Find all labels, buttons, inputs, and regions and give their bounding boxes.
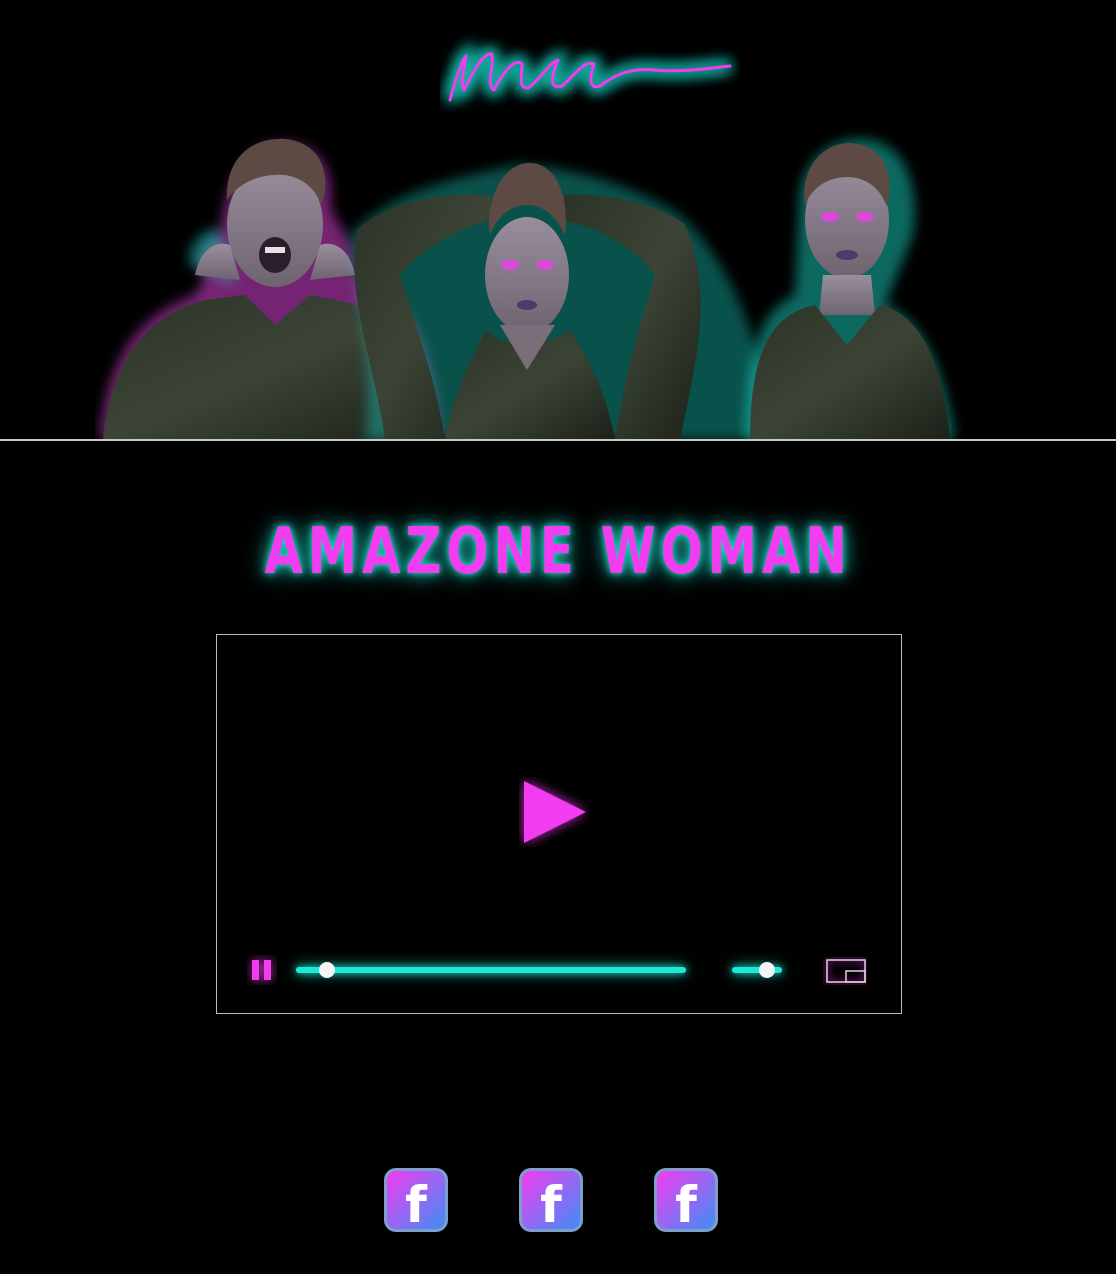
social-links: fff xyxy=(382,1166,722,1236)
page: AMAZONE WOMAN f f f xyxy=(0,0,1116,1274)
artist-photo-triptych xyxy=(100,138,955,440)
facebook-button[interactable]: f xyxy=(382,1166,450,1234)
play-icon[interactable] xyxy=(519,777,589,847)
facebook-label: f xyxy=(405,1176,428,1234)
volume-knob[interactable] xyxy=(759,962,775,978)
facebook-icon: f xyxy=(540,1176,563,1234)
facebook-icon: f xyxy=(405,1176,428,1234)
figure-right xyxy=(745,138,955,440)
player-controls xyxy=(217,953,901,987)
facebook-button[interactable]: f xyxy=(517,1166,585,1234)
header-divider xyxy=(0,439,1116,441)
pause-icon[interactable] xyxy=(247,955,277,985)
progress-bar[interactable] xyxy=(296,962,686,978)
facebook-label: f xyxy=(540,1176,563,1234)
facebook-icon: f xyxy=(675,1176,698,1234)
progress-knob[interactable] xyxy=(319,962,336,978)
volume-slider[interactable] xyxy=(732,962,782,978)
picture-in-picture-icon[interactable] xyxy=(823,957,867,985)
video-player[interactable] xyxy=(216,634,902,1014)
facebook-label: f xyxy=(675,1176,698,1234)
figure-center xyxy=(350,162,775,440)
signature-logo[interactable] xyxy=(440,30,740,120)
facebook-button[interactable]: f xyxy=(652,1166,720,1234)
header xyxy=(0,0,1116,441)
page-title: AMAZONE WOMAN xyxy=(264,515,852,589)
